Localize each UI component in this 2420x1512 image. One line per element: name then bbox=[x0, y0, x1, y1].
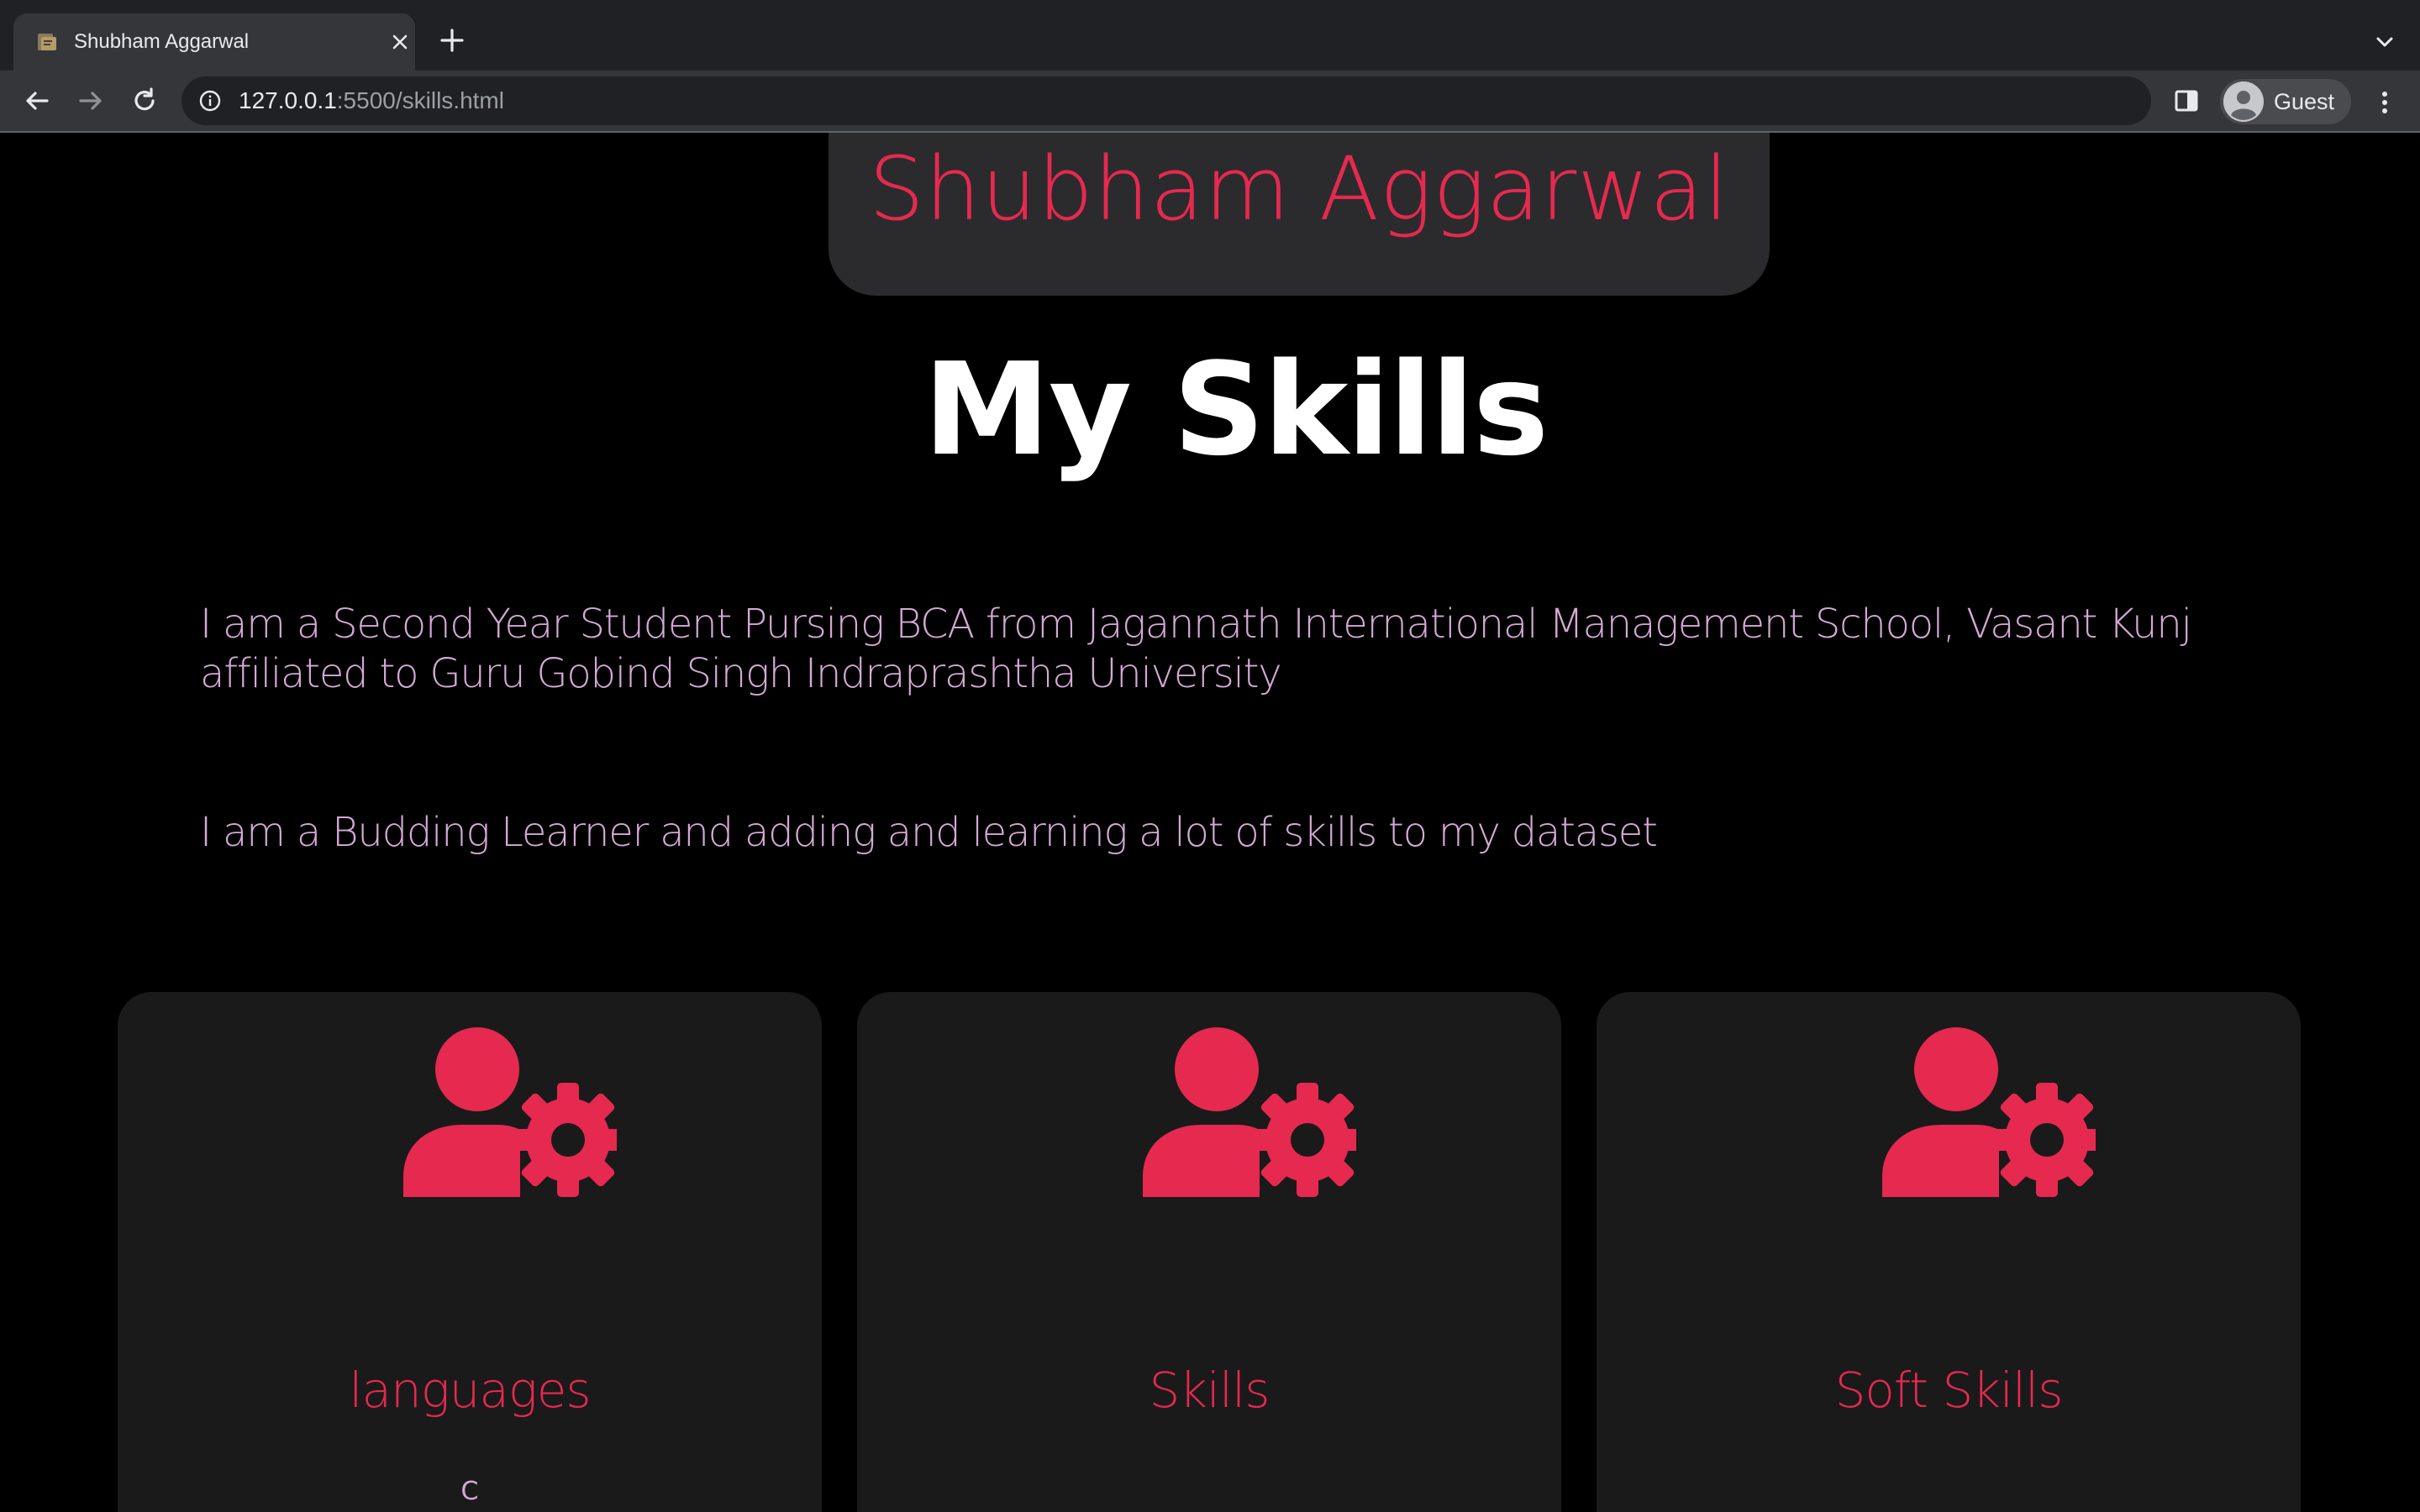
tab-title: Shubham Aggarwal bbox=[74, 30, 250, 53]
page-title: My Skills bbox=[923, 335, 1549, 484]
browser-toolbar: 127.0.0.1:5500/skills.html Guest bbox=[0, 71, 2420, 133]
tab-search-chevron-icon[interactable] bbox=[2370, 27, 2400, 57]
new-tab-plus-icon[interactable] bbox=[435, 24, 469, 57]
card-list-item: C bbox=[460, 1477, 479, 1506]
side-panel-icon[interactable] bbox=[2171, 86, 2202, 116]
name-banner: Shubham Aggarwal bbox=[829, 133, 1770, 296]
tab-strip: Shubham Aggarwal bbox=[0, 0, 2420, 71]
card-title: Skills bbox=[1149, 1362, 1270, 1419]
card-title: Soft Skills bbox=[1834, 1362, 2064, 1419]
skill-card-soft-skills: Soft Skills bbox=[1597, 992, 2301, 1512]
page-viewport: Shubham Aggarwal My Skills I am a Second… bbox=[0, 133, 2420, 1512]
back-arrow-icon[interactable] bbox=[20, 84, 54, 118]
profile-button[interactable]: Guest bbox=[2220, 79, 2351, 124]
reload-icon[interactable] bbox=[128, 84, 161, 118]
skill-card-skills: Skills bbox=[857, 992, 1561, 1512]
intro-paragraph: I am a Second Year Student Pursing BCA f… bbox=[200, 601, 2192, 697]
intro-paragraph: I am a Budding Learner and adding and le… bbox=[200, 809, 1658, 856]
site-info-icon[interactable] bbox=[197, 87, 224, 114]
profile-label: Guest bbox=[2274, 89, 2335, 114]
site-owner-name: Shubham Aggarwal bbox=[868, 138, 1729, 240]
active-tab[interactable]: Shubham Aggarwal bbox=[13, 13, 415, 71]
forward-arrow-icon[interactable] bbox=[74, 84, 108, 118]
skill-cards: languages C Skills Soft Skills bbox=[118, 992, 2302, 1512]
user-gear-icon bbox=[403, 1027, 617, 1197]
guest-avatar-icon bbox=[2223, 81, 2264, 122]
user-gear-icon bbox=[1882, 1027, 2096, 1197]
close-tab-icon[interactable] bbox=[388, 30, 412, 54]
page-favicon-icon bbox=[38, 34, 56, 50]
url-path: :5500/skills.html bbox=[336, 87, 504, 113]
skill-card-languages: languages C bbox=[118, 992, 822, 1512]
card-title: languages bbox=[349, 1362, 591, 1419]
user-gear-icon bbox=[1143, 1027, 1356, 1197]
url-text[interactable]: 127.0.0.1:5500/skills.html bbox=[239, 88, 504, 113]
kebab-menu-icon[interactable] bbox=[2370, 86, 2400, 119]
address-bar[interactable]: 127.0.0.1:5500/skills.html bbox=[182, 76, 2151, 125]
url-host: 127.0.0.1 bbox=[239, 87, 337, 113]
